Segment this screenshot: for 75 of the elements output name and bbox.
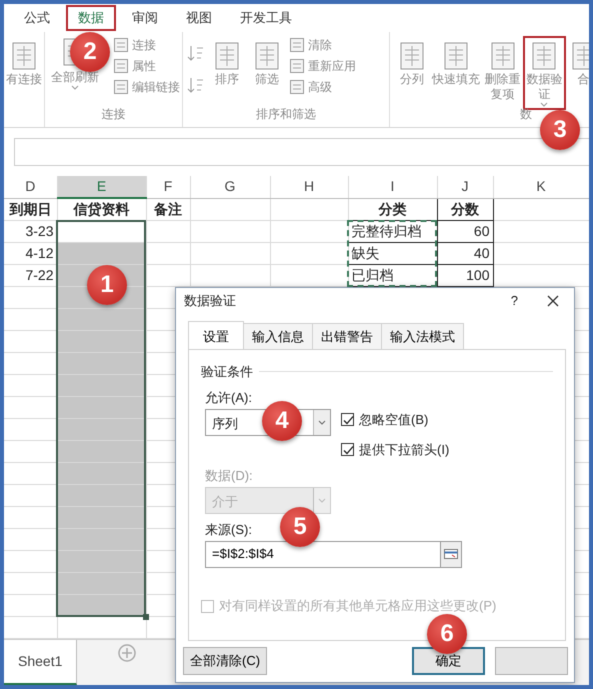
- sheet-tab[interactable]: Sheet1: [4, 640, 78, 685]
- table-cell: 3-23: [4, 220, 57, 242]
- list-icon: [113, 37, 129, 53]
- help-button[interactable]: ?: [510, 290, 518, 310]
- group-label: 数: [520, 107, 532, 121]
- list-icon: [289, 37, 305, 53]
- checkbox-label: 对有同样设置的所有其他单元格应用这些更改(P): [219, 597, 496, 616]
- step-badge: 2: [70, 32, 110, 72]
- group-label: 排序和筛选: [256, 107, 316, 121]
- selected-cell[interactable]: [57, 572, 146, 594]
- column-header[interactable]: J: [437, 176, 493, 198]
- ribbon-tab[interactable]: 审阅: [120, 5, 170, 31]
- checkbox-label: 提供下拉箭头(I): [359, 440, 450, 459]
- table-cell: 备注: [146, 198, 190, 220]
- dialog-tab[interactable]: 出错警告: [312, 323, 382, 349]
- dialog-title: 数据验证: [184, 292, 236, 310]
- selected-cell[interactable]: [57, 484, 146, 506]
- column-header[interactable]: D: [4, 176, 57, 198]
- list-icon: [289, 58, 305, 74]
- ribbon-button[interactable]: 数据验证: [523, 36, 566, 110]
- section-label: 验证条件: [201, 363, 253, 381]
- column-header[interactable]: E: [57, 176, 146, 198]
- dialog-button[interactable]: 确定: [412, 647, 485, 675]
- group-label: 连接: [102, 107, 126, 121]
- column-header[interactable]: K: [493, 176, 589, 198]
- column-header[interactable]: F: [146, 176, 190, 198]
- selected-cell[interactable]: [57, 242, 146, 264]
- collapse-dialog-icon[interactable]: [443, 547, 459, 561]
- table-cell: 7-22: [4, 264, 57, 286]
- field-label: 数据(D):: [205, 468, 253, 484]
- checkbox[interactable]: [341, 443, 354, 456]
- dialog-tab[interactable]: 设置: [188, 321, 244, 349]
- list-icon: [113, 58, 129, 74]
- ribbon-tab[interactable]: 数据: [66, 5, 116, 31]
- ribbon-tab[interactable]: 开发工具: [228, 5, 304, 31]
- ribbon-tab[interactable]: 视图: [174, 5, 224, 31]
- list-icon: [289, 79, 305, 95]
- table-cell: 缺失: [348, 242, 437, 264]
- step-badge: 3: [540, 110, 580, 150]
- table-cell: 60: [437, 220, 493, 242]
- dialog-tab[interactable]: 输入信息: [243, 323, 313, 349]
- column-header[interactable]: H: [270, 176, 348, 198]
- selected-cell[interactable]: [57, 330, 146, 352]
- table-cell: 信贷资料: [57, 198, 146, 220]
- table-cell: 4-12: [4, 242, 57, 264]
- table-cell: 完整待归档: [348, 220, 437, 242]
- sort-icon: [187, 44, 205, 62]
- dialog-tab[interactable]: 输入法模式: [381, 323, 464, 349]
- column-header[interactable]: I: [348, 176, 437, 198]
- selected-cell[interactable]: [57, 462, 146, 484]
- selected-cell[interactable]: [57, 550, 146, 572]
- selected-cell[interactable]: [57, 528, 146, 550]
- table-cell: 40: [437, 242, 493, 264]
- ribbon-tab[interactable]: 公式: [12, 5, 62, 31]
- checkbox-label: 忽略空值(B): [359, 410, 428, 429]
- table-cell: 分数: [437, 198, 493, 220]
- selected-cell[interactable]: [57, 506, 146, 528]
- selected-cell[interactable]: [57, 352, 146, 374]
- checkbox[interactable]: [341, 413, 354, 426]
- sort-icon: [187, 76, 205, 94]
- sort-button[interactable]: [187, 76, 205, 94]
- selected-cell[interactable]: [57, 374, 146, 396]
- close-icon[interactable]: [546, 294, 560, 308]
- selected-cell[interactable]: [57, 440, 146, 462]
- field-label: 允许(A):: [205, 390, 252, 406]
- dialog-button[interactable]: 全部清除(C): [183, 647, 268, 675]
- list-icon: [113, 79, 129, 95]
- column-header[interactable]: G: [190, 176, 270, 198]
- table-cell: 到期日: [4, 198, 57, 220]
- source-field[interactable]: =$I$2:$I$4: [205, 540, 440, 568]
- selected-cell[interactable]: [57, 418, 146, 440]
- sort-button[interactable]: [187, 44, 205, 62]
- selected-cell[interactable]: [57, 308, 146, 330]
- field-label: 来源(S):: [205, 522, 252, 538]
- selected-cell[interactable]: [57, 396, 146, 418]
